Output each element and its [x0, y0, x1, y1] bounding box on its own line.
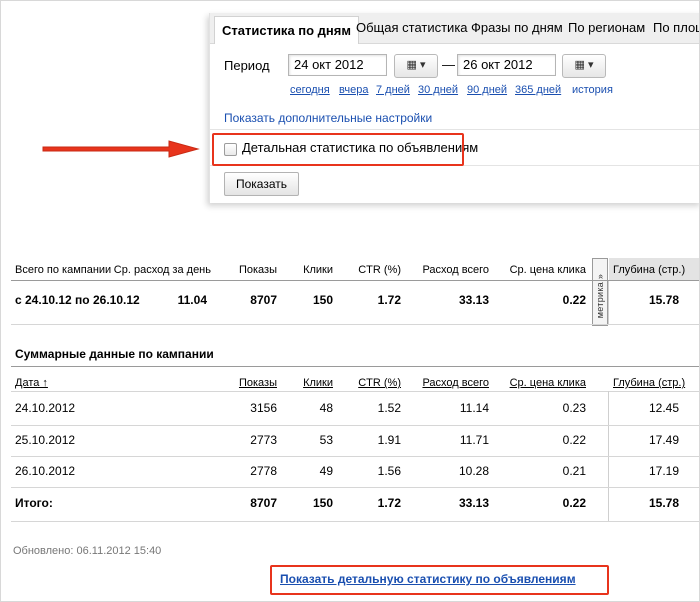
- daily-header-clicks[interactable]: Клики: [291, 377, 333, 389]
- table-row-depth: 17.49: [648, 433, 679, 447]
- summary-avg-daily: 11.04: [177, 293, 207, 307]
- calendar-icon: ▦ ▾: [574, 59, 594, 71]
- total-ctr: 1.72: [377, 496, 401, 510]
- daily-header-impressions[interactable]: Показы: [221, 377, 277, 389]
- summary-depth: 15.78: [648, 293, 679, 307]
- table-row-depth: 12.45: [648, 401, 679, 415]
- daily-header-spend[interactable]: Расход всего: [411, 377, 489, 389]
- calendar-from-button[interactable]: ▦ ▾: [394, 54, 438, 78]
- pointer-arrow-icon: [42, 140, 200, 158]
- table-row-avg-cpc: 0.22: [562, 433, 586, 447]
- more-settings-link[interactable]: Показать дополнительные настройки: [224, 111, 432, 125]
- table-row-spend: 10.28: [458, 464, 489, 478]
- quick-range-30-days[interactable]: 30 дней: [418, 84, 458, 96]
- daily-section-title: Суммарные данные по кампании: [15, 347, 214, 361]
- summary-clicks: 150: [312, 293, 333, 307]
- table-row-ctr: 1.52: [377, 401, 401, 415]
- summary-header-line: [11, 280, 699, 281]
- tab-bar: Статистика по дням Общая статистика Фраз…: [210, 13, 699, 44]
- period-label: Период: [224, 58, 270, 73]
- summary-avg-cpc: 0.22: [562, 293, 586, 307]
- quick-range-365-days[interactable]: 365 дней: [515, 84, 561, 96]
- summary-impressions: 8707: [250, 293, 277, 307]
- summary-header-impressions: Показы: [238, 264, 277, 276]
- tab-by-region[interactable]: По регионам: [568, 20, 645, 35]
- summary-header-total: Всего по кампании: [15, 264, 112, 276]
- summary-header-depth: Глубина (стр.): [613, 264, 686, 276]
- metrika-label: метрика »: [595, 273, 605, 319]
- daily-header-depth[interactable]: Глубина (стр.): [613, 377, 685, 389]
- table-row-ctr: 1.91: [377, 433, 401, 447]
- daily-title-line: [11, 366, 699, 367]
- total-depth: 15.78: [648, 496, 679, 510]
- calendar-to-button[interactable]: ▦ ▾: [562, 54, 606, 78]
- summary-header-avg-cpc: Ср. цена клика: [509, 264, 586, 276]
- total-impressions: 8707: [250, 496, 277, 510]
- summary-header-spend: Расход всего: [422, 264, 489, 276]
- total-avg-cpc: 0.22: [562, 496, 586, 510]
- updated-timestamp: Обновлено: 06.11.2012 15:40: [13, 545, 162, 557]
- table-row-date: 24.10.2012: [15, 401, 76, 415]
- table-row-impressions: 3156: [250, 401, 277, 415]
- total-clicks: 150: [312, 496, 333, 510]
- panel-divider: [210, 129, 699, 130]
- table-row-ctr: 1.56: [377, 464, 401, 478]
- total-bottom-line: [11, 521, 699, 522]
- quick-range-yesterday[interactable]: вчера: [339, 84, 368, 96]
- table-row-impressions: 2778: [250, 464, 277, 478]
- metrika-toggle[interactable]: метрика »: [592, 258, 608, 326]
- quick-range-history[interactable]: история: [572, 84, 613, 96]
- date-from-input[interactable]: 24 окт 2012: [288, 54, 387, 76]
- tab-general-stats[interactable]: Общая статистика: [356, 20, 468, 35]
- table-row-depth: 17.19: [648, 464, 679, 478]
- quick-range-7-days[interactable]: 7 дней: [376, 84, 410, 96]
- total-spend: 33.13: [458, 496, 489, 510]
- summary-header-ctr: CTR (%): [358, 264, 401, 276]
- daily-header-ctr[interactable]: CTR (%): [343, 377, 401, 389]
- daily-header-date[interactable]: Дата ↑: [15, 377, 48, 389]
- filter-panel: Статистика по дням Общая статистика Фраз…: [209, 13, 699, 203]
- summary-header-clicks: Клики: [303, 264, 333, 276]
- table-row-date: 25.10.2012: [15, 433, 76, 447]
- calendar-icon: ▦ ▾: [406, 59, 426, 71]
- table-row-spend: 11.14: [459, 401, 489, 415]
- total-label: Итого:: [15, 496, 53, 510]
- table-row-divider: [11, 487, 699, 488]
- tab-by-site[interactable]: По площ: [653, 20, 699, 35]
- daily-header-avg-cpc[interactable]: Ср. цена клика: [501, 377, 586, 389]
- date-dash: —: [442, 57, 455, 72]
- summary-bottom-line: [11, 324, 699, 325]
- daily-header-line: [11, 391, 699, 392]
- tab-phrases-by-day[interactable]: Фразы по дням: [471, 20, 563, 35]
- table-row-divider: [11, 425, 699, 426]
- table-row-avg-cpc: 0.23: [562, 401, 586, 415]
- table-row-date: 26.10.2012: [15, 464, 76, 478]
- summary-ctr: 1.72: [377, 293, 401, 307]
- table-row-clicks: 48: [319, 401, 333, 415]
- table-row-clicks: 53: [319, 433, 333, 447]
- summary-spend: 33.13: [458, 293, 489, 307]
- checkbox-highlight: [212, 133, 464, 166]
- show-button[interactable]: Показать: [224, 172, 299, 196]
- quick-range-today[interactable]: сегодня: [290, 84, 330, 96]
- summary-header-avg-daily: Ср. расход за день: [113, 264, 211, 276]
- table-row-impressions: 2773: [250, 433, 277, 447]
- detail-stats-link[interactable]: Показать детальную статистику по объявле…: [280, 572, 576, 586]
- table-row-spend: 11.71: [459, 433, 489, 447]
- table-row-avg-cpc: 0.21: [562, 464, 586, 478]
- table-row-divider: [11, 456, 699, 457]
- date-to-input[interactable]: 26 окт 2012: [457, 54, 556, 76]
- report-window: Статистика по дням Общая статистика Фраз…: [0, 0, 700, 602]
- depth-divider: [608, 280, 609, 324]
- quick-range-90-days[interactable]: 90 дней: [467, 84, 507, 96]
- tab-stats-by-day[interactable]: Статистика по дням: [214, 16, 359, 44]
- table-row-clicks: 49: [319, 464, 333, 478]
